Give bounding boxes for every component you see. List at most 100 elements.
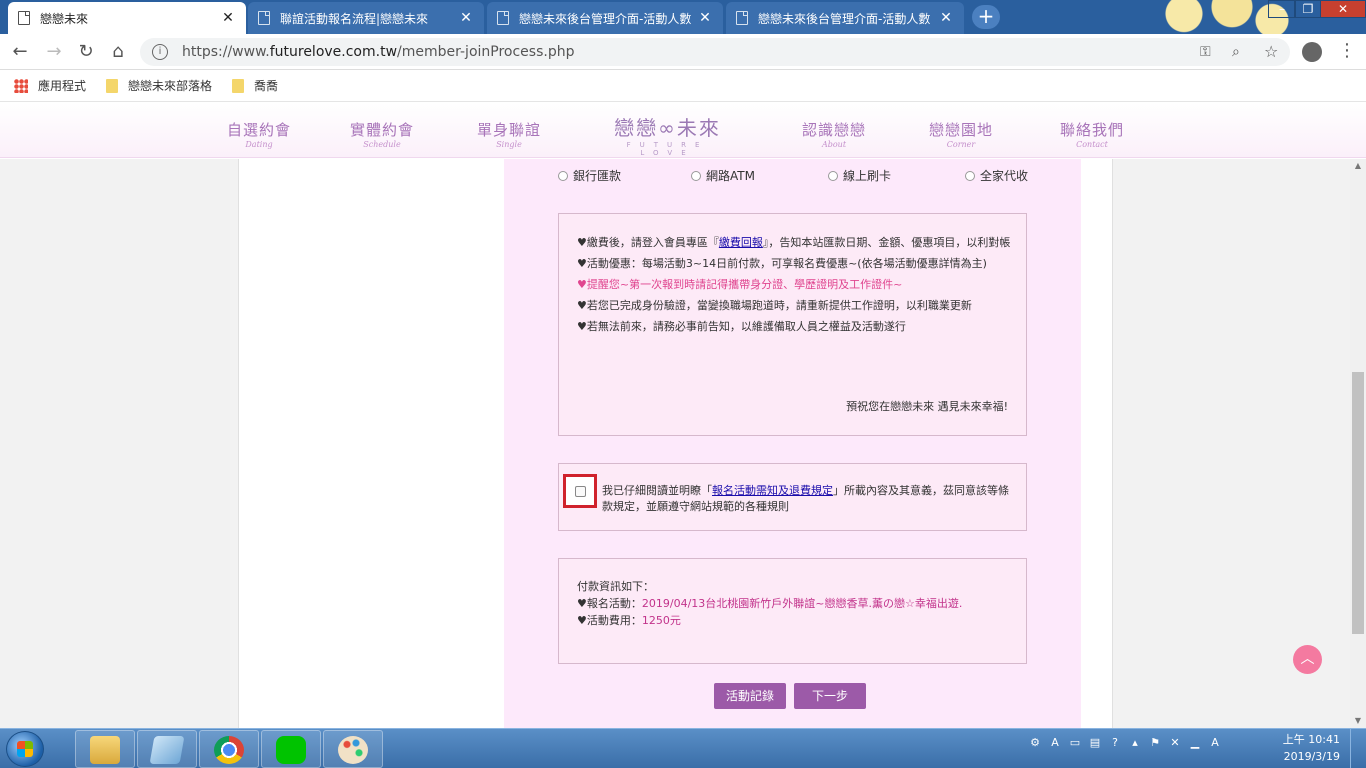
zoom-icon[interactable]: ⌕ xyxy=(1232,44,1240,60)
payment-method-options: 銀行匯款 網路ATM 線上刷卡 全家代收 xyxy=(558,167,1028,183)
agreement-box: 我已仔細閱讀並明瞭「報名活動需知及退費規定」所載內容及其意義，茲同意該等條款規定… xyxy=(558,463,1027,531)
tab-title: 戀戀未來 xyxy=(40,11,89,26)
radio-button[interactable] xyxy=(691,170,701,181)
home-icon[interactable]: ⌂ xyxy=(106,40,130,64)
action-center-flag-icon[interactable]: ⚑ xyxy=(1148,736,1162,752)
notepad-icon xyxy=(149,736,185,764)
chrome-icon xyxy=(214,736,244,764)
tab-admin-1[interactable]: 戀戀未來後台管理介面-活動人數 ✕ xyxy=(487,2,723,34)
blessing-text: 預祝您在戀戀未來 遇見未來幸福! xyxy=(846,400,1008,413)
payment-option-card[interactable]: 線上刷卡 xyxy=(828,167,891,184)
nav-about[interactable]: 認識戀戀 About xyxy=(802,119,866,149)
more-menu-icon[interactable]: ⋮ xyxy=(1338,40,1356,61)
maximize-icon[interactable]: ❐ xyxy=(1294,0,1322,18)
agreement-text: 我已仔細閱讀並明瞭「報名活動需知及退費規定」所載內容及其意義，茲同意該等條款規定… xyxy=(602,484,1009,513)
next-step-button[interactable]: 下一步 xyxy=(794,683,866,709)
nav-dating[interactable]: 自選約會 Dating xyxy=(227,119,291,149)
line-app-icon xyxy=(276,736,306,764)
reload-icon[interactable]: ↻ xyxy=(74,40,98,64)
payment-info-event: ♥報名活動：2019/04/13台北桃園新竹戶外聯誼~戀戀香草.薰の戀☆幸福出遊… xyxy=(577,597,963,610)
taskbar-notes[interactable] xyxy=(137,730,197,768)
show-desktop-button[interactable] xyxy=(1350,728,1366,768)
tab-futurelove[interactable]: 戀戀未來 ✕ xyxy=(8,2,246,34)
payment-notice-box: ♥繳費後，請登入會員專區『繳費回報』，告知本站匯款日期、金額、優惠項目，以利對帳… xyxy=(558,213,1027,436)
notice-line: ♥若您已完成身份驗證，當變換職場跑道時，請重新提供工作證明，以利職業更新 xyxy=(577,299,972,312)
new-tab-button[interactable]: + xyxy=(972,5,1000,29)
site-logo[interactable]: 戀戀∞未來 FUTURE LOVE xyxy=(600,112,735,157)
payment-info-box: 付款資訊如下： ♥報名活動：2019/04/13台北桃園新竹戶外聯誼~戀戀香草.… xyxy=(558,558,1027,664)
help-icon[interactable]: ? xyxy=(1108,736,1122,752)
volume-muted-icon[interactable]: ✕ xyxy=(1168,736,1182,752)
folder-icon xyxy=(90,736,120,764)
terms-link[interactable]: 報名活動需知及退費規定 xyxy=(712,484,833,497)
forward-icon[interactable]: → xyxy=(42,40,66,64)
radio-button[interactable] xyxy=(558,170,568,181)
scrollbar-thumb[interactable] xyxy=(1352,372,1364,634)
address-bar[interactable]: i https://www.futurelove.com.tw/member-j… xyxy=(140,38,1290,66)
highlighted-checkbox-frame[interactable] xyxy=(563,474,597,508)
taskbar-clock[interactable]: 上午 10:41 2019/3/19 xyxy=(1272,731,1340,765)
close-icon[interactable]: ✕ xyxy=(458,10,474,26)
taskbar-chrome[interactable] xyxy=(199,730,259,768)
browser-toolbar: ← → ↻ ⌂ i https://www.futurelove.com.tw/… xyxy=(0,34,1366,70)
window-close-icon[interactable]: ✕ xyxy=(1320,0,1366,18)
key-icon[interactable]: ⚿ xyxy=(1200,44,1211,60)
scroll-to-top-button[interactable]: ︿ xyxy=(1293,645,1322,674)
page-scrollbar[interactable]: ▲ ▼ xyxy=(1350,159,1366,728)
tray-app-icon[interactable]: ⚙ xyxy=(1028,736,1042,752)
input-method-icon[interactable]: A xyxy=(1048,736,1062,752)
folder-icon xyxy=(232,78,245,93)
taskbar-line[interactable] xyxy=(261,730,321,768)
profile-avatar-icon[interactable] xyxy=(1302,42,1322,62)
tab-admin-2[interactable]: 戀戀未來後台管理介面-活動人數 ✕ xyxy=(726,2,964,34)
tab-title: 戀戀未來後台管理介面-活動人數 xyxy=(758,11,931,26)
bookmarks-bar: 應用程式 戀戀未來部落格 喬喬 xyxy=(0,70,1366,102)
browser-tab-strip: 戀戀未來 ✕ 聯誼活動報名流程|戀戀未來 ✕ 戀戀未來後台管理介面-活動人數 ✕… xyxy=(0,0,1366,34)
site-info-icon[interactable]: i xyxy=(152,44,168,60)
tab-title: 戀戀未來後台管理介面-活動人數 xyxy=(519,11,692,26)
tray-expand-icon[interactable]: ▴ xyxy=(1128,736,1142,752)
nav-contact[interactable]: 聯絡我們 Contact xyxy=(1060,119,1124,149)
taskbar-explorer[interactable] xyxy=(75,730,135,768)
payment-option-bank[interactable]: 銀行匯款 xyxy=(558,167,621,184)
tray-window-icon[interactable]: ▭ xyxy=(1068,736,1082,752)
tray-keyboard-icon[interactable]: ▤ xyxy=(1088,736,1102,752)
bookmark-blog[interactable]: 戀戀未來部落格 xyxy=(106,77,212,94)
minimize-icon[interactable]: – xyxy=(1268,0,1296,18)
bookmark-apps[interactable]: 應用程式 xyxy=(14,77,86,94)
radio-button[interactable] xyxy=(965,170,975,181)
radio-button[interactable] xyxy=(828,170,838,181)
system-tray: ⚙ A ▭ ▤ ? ▴ ⚑ ✕ ▁ A xyxy=(1028,736,1222,752)
nav-schedule[interactable]: 實體約會 Schedule xyxy=(350,119,414,149)
agree-checkbox[interactable] xyxy=(574,485,586,497)
start-button[interactable] xyxy=(6,731,44,767)
close-icon[interactable]: ✕ xyxy=(220,10,236,26)
payment-info-fee: ♥活動費用：1250元 xyxy=(577,614,681,627)
taskbar-paint[interactable] xyxy=(323,730,383,768)
tab-title: 聯誼活動報名流程|戀戀未來 xyxy=(280,11,429,26)
bookmark-folder[interactable]: 喬喬 xyxy=(232,77,278,94)
payment-report-link[interactable]: 繳費回報 xyxy=(719,236,763,249)
close-icon[interactable]: ✕ xyxy=(938,10,954,26)
network-signal-icon[interactable]: ▁ xyxy=(1188,736,1202,752)
scroll-up-arrow-icon[interactable]: ▲ xyxy=(1350,159,1366,173)
notice-line: ♥活動優惠：每場活動3~14日前付款，可享報名費優惠~(依各場活動優惠詳情為主) xyxy=(577,257,987,270)
close-icon[interactable]: ✕ xyxy=(697,10,713,26)
notice-reminder: ♥提醒您~第一次報到時請記得攜帶身分證、學歷證明及工作證件~ xyxy=(577,278,903,291)
page-icon xyxy=(736,11,748,25)
notice-line: ♥繳費後，請登入會員專區『繳費回報』，告知本站匯款日期、金額、優惠項目，以利對帳 xyxy=(577,236,1011,249)
payment-info-heading: 付款資訊如下： xyxy=(577,580,654,593)
notice-line: ♥若無法前來，請務必事前告知，以維護備取人員之權益及活動遂行 xyxy=(577,320,906,333)
apps-grid-icon xyxy=(14,78,28,93)
bookmark-star-icon[interactable]: ☆ xyxy=(1264,42,1278,61)
nav-single[interactable]: 單身聯誼 Single xyxy=(477,119,541,149)
paint-icon xyxy=(338,736,368,764)
payment-option-atm[interactable]: 網路ATM xyxy=(691,167,755,184)
history-button[interactable]: 活動記錄 xyxy=(714,683,786,709)
back-icon[interactable]: ← xyxy=(8,40,32,64)
payment-option-familymart[interactable]: 全家代收 xyxy=(965,167,1028,184)
nav-corner[interactable]: 戀戀園地 Corner xyxy=(929,119,993,149)
acrobat-icon[interactable]: A xyxy=(1208,736,1222,752)
tab-join-process[interactable]: 聯誼活動報名流程|戀戀未來 ✕ xyxy=(248,2,484,34)
scroll-down-arrow-icon[interactable]: ▼ xyxy=(1350,714,1366,728)
